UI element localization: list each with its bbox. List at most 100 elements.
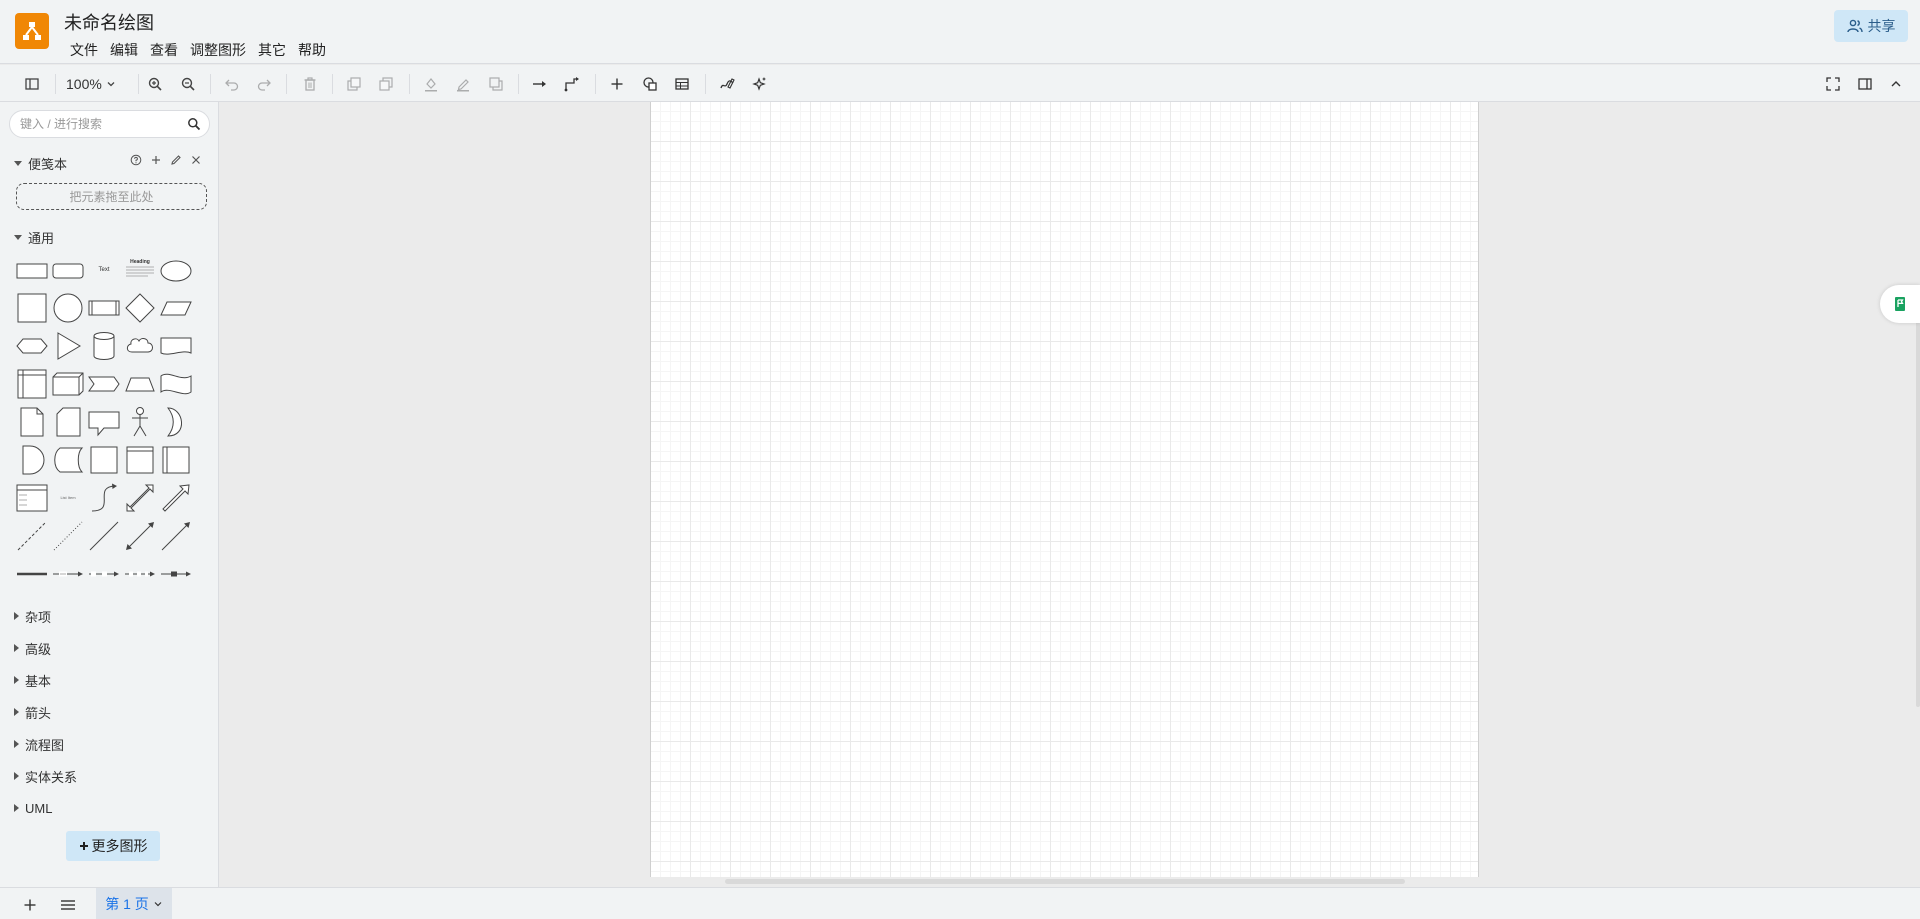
sidebar-section-basic[interactable]: 基本	[14, 671, 51, 689]
table-icon[interactable]	[671, 73, 693, 95]
shape-ellipse[interactable]	[159, 253, 193, 287]
shape-callout[interactable]	[87, 405, 121, 439]
zoom-in-icon[interactable]	[144, 73, 166, 95]
shape-square[interactable]	[15, 291, 49, 325]
menu-view[interactable]: 查看	[144, 38, 184, 62]
format-panel-icon[interactable]	[1854, 73, 1876, 95]
shape-triangle[interactable]	[51, 329, 85, 363]
shape-step[interactable]	[87, 367, 121, 401]
collapse-icon[interactable]	[1885, 73, 1907, 95]
shape-rectangle-2[interactable]	[87, 443, 121, 477]
shape-parallelogram[interactable]	[159, 291, 193, 325]
shape-curve[interactable]	[87, 481, 121, 515]
sidebar-section-misc[interactable]: 杂项	[14, 607, 51, 625]
menu-arrange[interactable]: 调整图形	[184, 38, 252, 62]
tab-page-1[interactable]: 第 1 页	[96, 888, 172, 919]
redo-icon[interactable]	[253, 73, 275, 95]
shape-or[interactable]	[159, 405, 193, 439]
shape-line[interactable]	[87, 519, 121, 553]
undo-icon[interactable]	[221, 73, 243, 95]
to-front-icon[interactable]	[343, 73, 365, 95]
scratchpad-drop-zone[interactable]: 把元素拖至此处	[16, 183, 207, 210]
menu-edit[interactable]: 编辑	[104, 38, 144, 62]
shapes-icon[interactable]	[639, 73, 661, 95]
shape-container[interactable]	[123, 443, 157, 477]
insert-icon[interactable]	[606, 73, 628, 95]
search-icon[interactable]	[187, 117, 201, 131]
horizontal-scrollbar[interactable]	[725, 879, 1405, 884]
shape-card[interactable]	[51, 405, 85, 439]
sidebar-section-advanced[interactable]: 高级	[14, 639, 51, 657]
shape-trapezoid[interactable]	[123, 367, 157, 401]
shape-document[interactable]	[159, 329, 193, 363]
pages-menu-icon[interactable]	[59, 896, 77, 914]
shape-process[interactable]	[87, 291, 121, 325]
fill-color-icon[interactable]	[420, 73, 442, 95]
sidebar-section-entity-relation[interactable]: 实体关系	[14, 767, 77, 785]
diagram-canvas[interactable]	[220, 102, 1920, 887]
freehand-icon[interactable]	[716, 73, 738, 95]
shape-dashed-line[interactable]	[15, 519, 49, 553]
shape-internal-storage[interactable]	[15, 367, 49, 401]
sidebar-section-arrows[interactable]: 箭头	[14, 703, 51, 721]
shape-cylinder[interactable]	[87, 329, 121, 363]
shape-diamond[interactable]	[123, 291, 157, 325]
shadow-icon[interactable]	[485, 73, 507, 95]
sidebar-section-flowchart[interactable]: 流程图	[14, 735, 64, 753]
line-color-icon[interactable]	[452, 73, 474, 95]
shape-bidirectional-connector[interactable]	[123, 519, 157, 553]
more-shapes-button[interactable]: 更多图形	[66, 831, 160, 861]
shape-hexagon[interactable]	[15, 329, 49, 363]
add-icon[interactable]	[150, 154, 162, 166]
menu-help[interactable]: 帮助	[292, 38, 332, 62]
general-header[interactable]: 通用	[14, 228, 54, 246]
scratchpad-header[interactable]: 便笺本	[14, 154, 67, 172]
shape-bidirectional-arrow[interactable]	[123, 481, 157, 515]
ai-generate-icon[interactable]	[748, 73, 770, 95]
edit-icon[interactable]	[170, 154, 182, 166]
shape-connector-symbol[interactable]	[159, 557, 193, 591]
shape-and[interactable]	[15, 443, 49, 477]
shape-list[interactable]	[15, 481, 49, 515]
feedback-flag-button[interactable]	[1880, 285, 1920, 323]
vertical-scrollbar[interactable]	[1916, 317, 1920, 707]
zoom-out-icon[interactable]	[177, 73, 199, 95]
shape-rectangle[interactable]	[15, 253, 49, 287]
document-title[interactable]: 未命名绘图	[64, 9, 154, 35]
shape-directional-connector[interactable]	[159, 519, 193, 553]
waypoints-icon[interactable]	[561, 73, 583, 95]
shape-cloud[interactable]	[123, 329, 157, 363]
sidebar-toggle-icon[interactable]	[21, 73, 43, 95]
shape-textbox[interactable]: Heading	[123, 253, 157, 287]
shape-list-item[interactable]: List Item	[51, 481, 85, 515]
shape-vertical-container[interactable]	[159, 443, 193, 477]
menu-file[interactable]: 文件	[64, 38, 104, 62]
shape-connector-labels[interactable]	[87, 557, 121, 591]
shape-cube[interactable]	[51, 367, 85, 401]
add-page-icon[interactable]	[21, 896, 39, 914]
sidebar-section-uml[interactable]: UML	[14, 799, 52, 817]
app-logo[interactable]	[15, 13, 49, 49]
shape-connector[interactable]	[15, 557, 49, 591]
shape-text[interactable]: Text	[87, 253, 121, 287]
shape-arrow[interactable]	[159, 481, 193, 515]
menu-extras[interactable]: 其它	[252, 38, 292, 62]
zoom-select[interactable]: 100%	[66, 73, 116, 95]
shape-connector-label[interactable]	[51, 557, 85, 591]
shape-tape[interactable]	[159, 367, 193, 401]
shape-note[interactable]	[15, 405, 49, 439]
shape-data-storage[interactable]	[51, 443, 85, 477]
share-button[interactable]: 共享	[1834, 10, 1908, 42]
shape-dotted-line[interactable]	[51, 519, 85, 553]
connection-icon[interactable]	[529, 73, 551, 95]
close-icon[interactable]	[190, 154, 202, 166]
help-icon[interactable]	[130, 154, 142, 166]
shape-connector-label-2[interactable]	[123, 557, 157, 591]
shape-actor[interactable]	[123, 405, 157, 439]
shape-rounded-rectangle[interactable]	[51, 253, 85, 287]
delete-icon[interactable]	[299, 73, 321, 95]
to-back-icon[interactable]	[375, 73, 397, 95]
search-input[interactable]	[20, 115, 180, 133]
drawing-page[interactable]	[650, 102, 1479, 877]
fullscreen-icon[interactable]	[1822, 73, 1844, 95]
